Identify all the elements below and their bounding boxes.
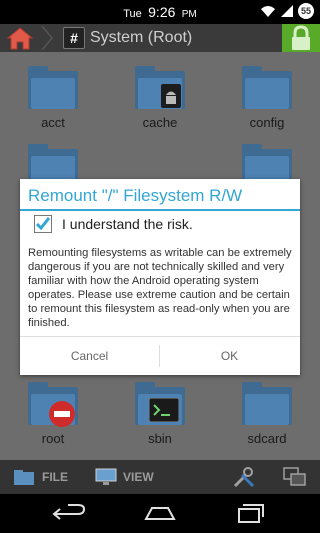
dialog-divider (20, 209, 300, 211)
folder-item-root[interactable]: root (8, 382, 98, 446)
navigation-bar (0, 494, 320, 533)
folder-android-icon (135, 66, 185, 110)
dialog-button-bar: Cancel OK (20, 336, 300, 375)
android-icon (161, 84, 181, 108)
folder-restricted-icon (28, 382, 78, 427)
folder-label: config (249, 115, 285, 130)
file-menu-icon (14, 470, 34, 485)
recent-apps-icon[interactable] (229, 501, 269, 527)
view-menu-label: VIEW (123, 470, 154, 484)
folder-icon (28, 66, 78, 110)
folder-label: acct (41, 115, 65, 130)
tools-icon (233, 467, 255, 488)
folder-label: sdcard (247, 431, 287, 446)
folder-item-cache[interactable]: cache (115, 66, 205, 130)
risk-checkbox-label[interactable]: I understand the risk. (62, 216, 193, 232)
windows-button[interactable] (283, 466, 307, 488)
status-day: Tue (123, 8, 142, 20)
signal-icon (281, 5, 293, 17)
ok-button[interactable]: OK (160, 337, 299, 375)
path-icon[interactable]: # (63, 27, 85, 49)
folder-terminal-icon (135, 382, 185, 426)
file-menu-button[interactable]: FILE (12, 466, 68, 488)
windows-icon (283, 467, 306, 486)
lock-button[interactable] (282, 24, 320, 52)
folder-icon (242, 382, 292, 426)
back-icon[interactable] (50, 501, 90, 527)
file-menu-label: FILE (42, 470, 68, 484)
battery-icon: 55 (298, 3, 314, 19)
wifi-icon (261, 6, 275, 17)
terminal-icon (149, 398, 179, 422)
folder-label: cache (142, 115, 178, 130)
dialog-message: Remounting filesystems as writable can b… (28, 247, 292, 329)
tools-button[interactable] (232, 466, 256, 488)
folder-item-sdcard[interactable]: sdcard (222, 382, 312, 446)
status-icons: 55 (260, 3, 314, 19)
folder-label: root (41, 431, 65, 446)
home-icon[interactable] (2, 25, 38, 51)
view-menu-icon (95, 468, 117, 485)
status-time: 9:26 (148, 4, 176, 20)
no-entry-icon (49, 401, 75, 427)
breadcrumb-separator-icon (41, 26, 53, 50)
cancel-button[interactable]: Cancel (20, 337, 159, 375)
checkmark-icon (35, 217, 51, 231)
folder-item-sbin[interactable]: sbin (115, 382, 205, 446)
bottom-toolbar: FILE VIEW (0, 460, 320, 494)
folder-icon (242, 66, 292, 110)
status-bar: Tue 9:26 PM 55 (0, 0, 320, 24)
lock-icon (292, 25, 310, 50)
action-bar: # System (Root) (0, 24, 320, 52)
folder-item-config[interactable]: config (222, 66, 312, 130)
folder-item-acct[interactable]: acct (8, 66, 98, 130)
view-menu-button[interactable]: VIEW (95, 466, 154, 488)
status-ampm: PM (181, 9, 197, 20)
breadcrumb-title[interactable]: System (Root) (90, 29, 192, 47)
home-nav-icon[interactable] (140, 501, 180, 527)
remount-dialog: Remount "/" Filesystem R/W I understand … (20, 179, 300, 375)
folder-label: sbin (148, 431, 172, 446)
dialog-title: Remount "/" Filesystem R/W (28, 186, 243, 205)
risk-checkbox[interactable] (34, 215, 52, 233)
